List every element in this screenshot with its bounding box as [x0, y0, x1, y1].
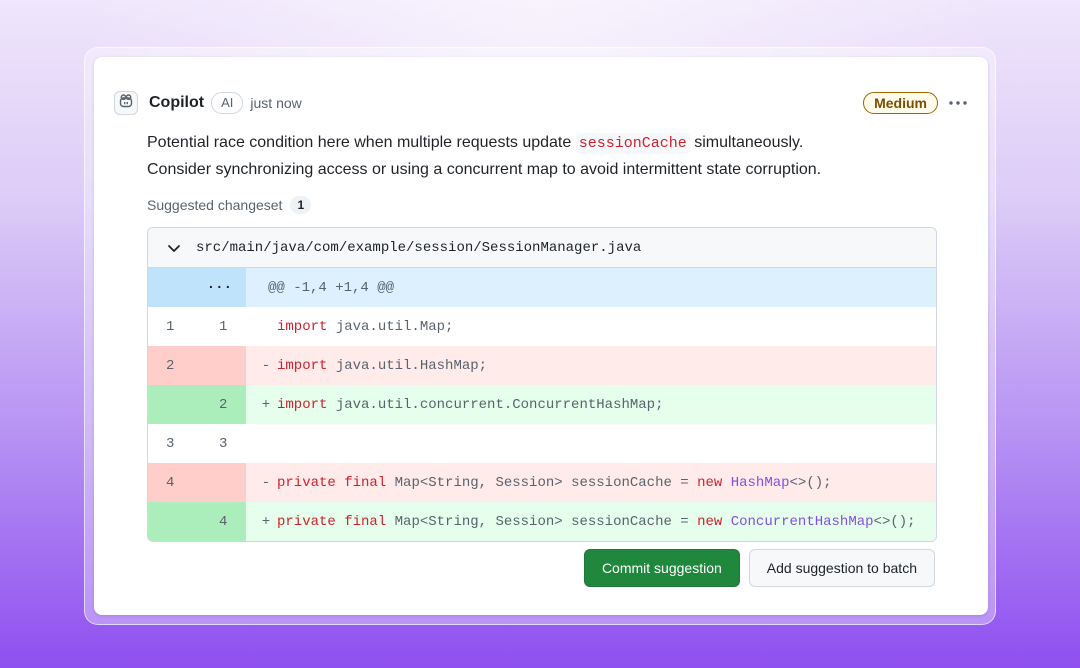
hunk-header: @@ -1,4 +1,4 @@ — [268, 279, 395, 296]
more-options-icon[interactable] — [948, 93, 968, 113]
commit-suggestion-button[interactable]: Commit suggestion — [583, 549, 740, 587]
suggested-changeset-label: Suggested changeset 1 — [147, 196, 312, 214]
hunk-header-row: ··· @@ -1,4 +1,4 @@ — [148, 268, 936, 307]
copilot-avatar[interactable] — [114, 91, 138, 115]
timestamp[interactable]: just now — [250, 95, 301, 111]
inline-code: sessionCache — [575, 133, 690, 154]
changeset-count-badge: 1 — [290, 196, 312, 214]
diff-line-addition: 2 + import java.util.concurrent.Concurre… — [148, 385, 936, 424]
suggestion-actions: Commit suggestion Add suggestion to batc… — [583, 549, 935, 587]
diff-line-deletion: 4 - private final Map<String, Session> s… — [148, 463, 936, 502]
copilot-icon — [118, 93, 134, 114]
severity-badge: Medium — [863, 92, 938, 114]
file-path[interactable]: src/main/java/com/example/session/Sessio… — [196, 240, 641, 256]
diff-view: src/main/java/com/example/session/Sessio… — [147, 227, 937, 542]
review-comment-card: Copilot AI just now Medium Potential rac… — [94, 57, 988, 615]
comment-line-1: Potential race condition here when multi… — [147, 133, 804, 154]
add-to-batch-button[interactable]: Add suggestion to batch — [748, 549, 935, 587]
diff-file-header[interactable]: src/main/java/com/example/session/Sessio… — [148, 228, 936, 268]
diff-line-context: 33 — [148, 424, 936, 463]
diff-line-context: 11 import java.util.Map; — [148, 307, 936, 346]
diff-line-deletion: 2 - import java.util.HashMap; — [148, 346, 936, 385]
comment-line-2: Consider synchronizing access or using a… — [147, 161, 822, 178]
expand-hunk-icon[interactable]: ··· — [148, 268, 246, 307]
comment-body: Potential race condition here when multi… — [147, 130, 947, 183]
author-name[interactable]: Copilot — [149, 94, 204, 112]
ai-badge: AI — [211, 92, 244, 114]
chevron-down-icon[interactable] — [166, 240, 184, 256]
diff-line-addition: 4 + private final Map<String, Session> s… — [148, 502, 936, 541]
comment-header: Copilot AI just now Medium — [114, 90, 968, 116]
